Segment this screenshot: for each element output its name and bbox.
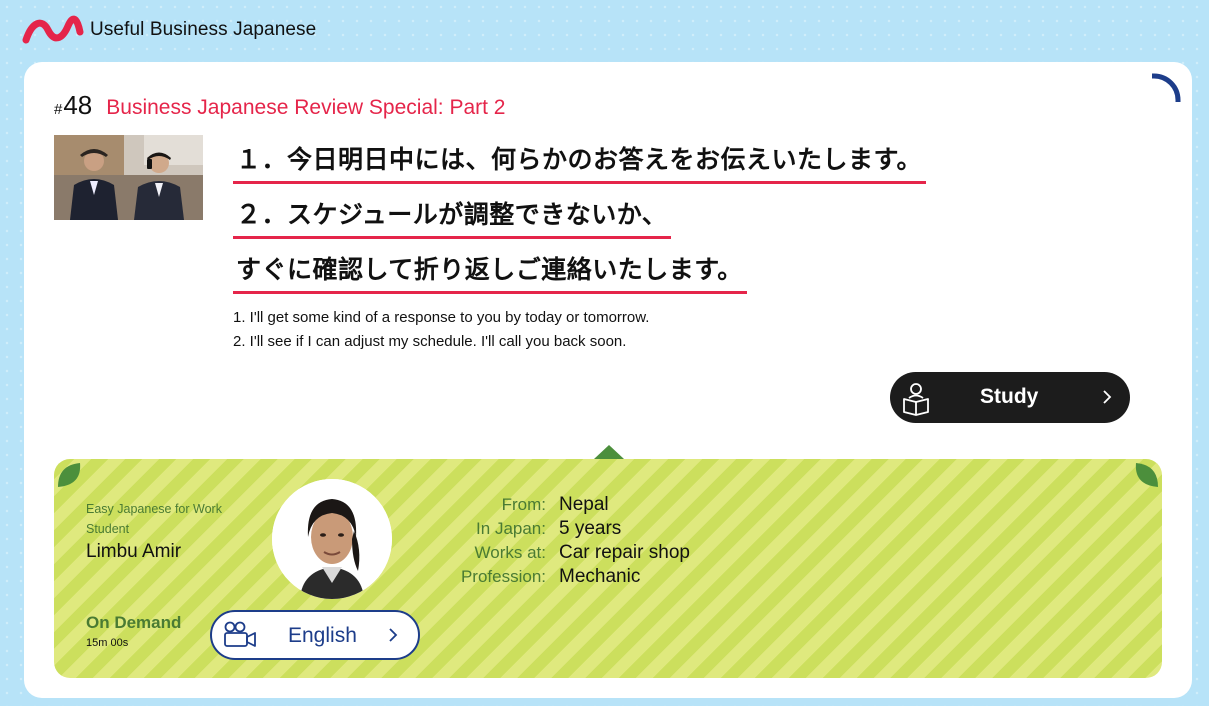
- info-label: Profession:: [460, 567, 546, 586]
- reading-person-icon: [903, 383, 929, 416]
- episode-thumbnail[interactable]: [54, 135, 203, 220]
- site-header: Useful Business Japanese: [22, 12, 316, 48]
- episode-card: # 48 Business Japanese Review Special: P…: [24, 62, 1192, 698]
- chevron-right-icon: [389, 628, 398, 642]
- chevron-right-icon: [1103, 390, 1112, 404]
- info-label: In Japan:: [476, 519, 546, 538]
- info-value: Mechanic: [559, 566, 641, 587]
- info-label: From:: [501, 495, 546, 514]
- info-value: Nepal: [559, 494, 609, 515]
- info-value: Car repair shop: [559, 542, 690, 563]
- site-title[interactable]: Useful Business Japanese: [90, 19, 316, 41]
- corner-arc-icon: [1152, 73, 1181, 102]
- episode-hash: #: [54, 101, 63, 118]
- info-row-works-at: Works at: Car repair shop: [444, 541, 690, 565]
- study-button[interactable]: Study: [890, 372, 1130, 423]
- on-demand-label: On Demand: [86, 613, 182, 632]
- program-label: Easy Japanese for Work Student: [86, 499, 222, 539]
- leaf-icon: [58, 463, 81, 487]
- english-translation: 1. I'll get some kind of a response to y…: [233, 306, 649, 354]
- english-video-button[interactable]: English: [210, 610, 420, 660]
- duration-label: 15m 00s: [86, 637, 129, 649]
- english-button-label: English: [288, 624, 357, 647]
- english-line-2: 2. I'll see if I can adjust my schedule.…: [233, 333, 627, 350]
- japanese-phrase-3: すぐに確認して折り返しご連絡いたします。: [233, 250, 747, 294]
- study-button-label: Study: [980, 385, 1039, 408]
- english-line-1: 1. I'll get some kind of a response to y…: [233, 309, 650, 326]
- episode-heading: # 48 Business Japanese Review Special: P…: [54, 90, 505, 121]
- pointer-triangle: [594, 445, 624, 459]
- student-profile-panel: Easy Japanese for Work Student Limbu Ami…: [54, 459, 1162, 678]
- japanese-phrase-1: １．今日明日中には、何らかのお答えをお伝えいたします。: [233, 140, 927, 184]
- avatar: [272, 479, 392, 599]
- episode-title: Business Japanese Review Special: Part 2: [106, 96, 506, 119]
- student-name: Limbu Amir: [86, 541, 182, 562]
- program-role: Student: [86, 522, 130, 536]
- student-info: From: Nepal In Japan: 5 years Works at: …: [444, 493, 690, 589]
- info-row-in-japan: In Japan: 5 years: [444, 517, 690, 541]
- japanese-phrase-2: ２．スケジュールが調整できないか、: [233, 195, 672, 239]
- program-name: Easy Japanese for Work: [86, 502, 222, 516]
- info-label: Works at:: [474, 543, 546, 562]
- leaf-icon: [1135, 463, 1158, 487]
- video-camera-icon: [224, 621, 256, 647]
- logo-wave-icon[interactable]: [22, 12, 84, 48]
- info-row-profession: Profession: Mechanic: [444, 565, 690, 589]
- info-row-from: From: Nepal: [444, 493, 690, 517]
- info-value: 5 years: [559, 518, 622, 539]
- episode-number: 48: [63, 90, 93, 120]
